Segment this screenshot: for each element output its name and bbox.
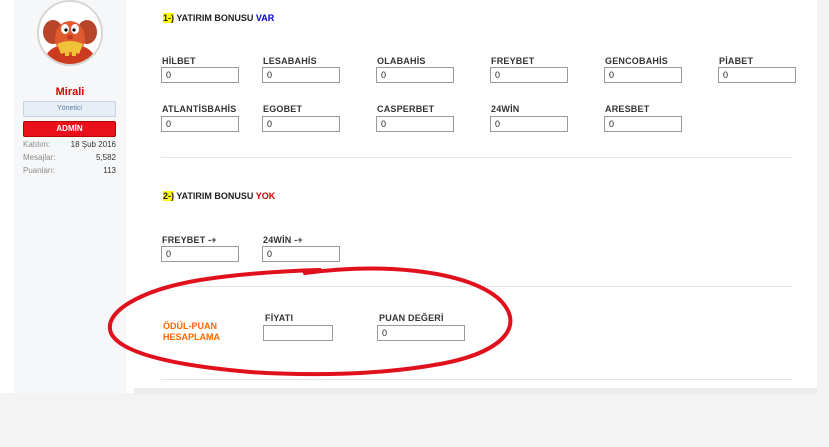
annotation-ellipse <box>108 266 513 377</box>
